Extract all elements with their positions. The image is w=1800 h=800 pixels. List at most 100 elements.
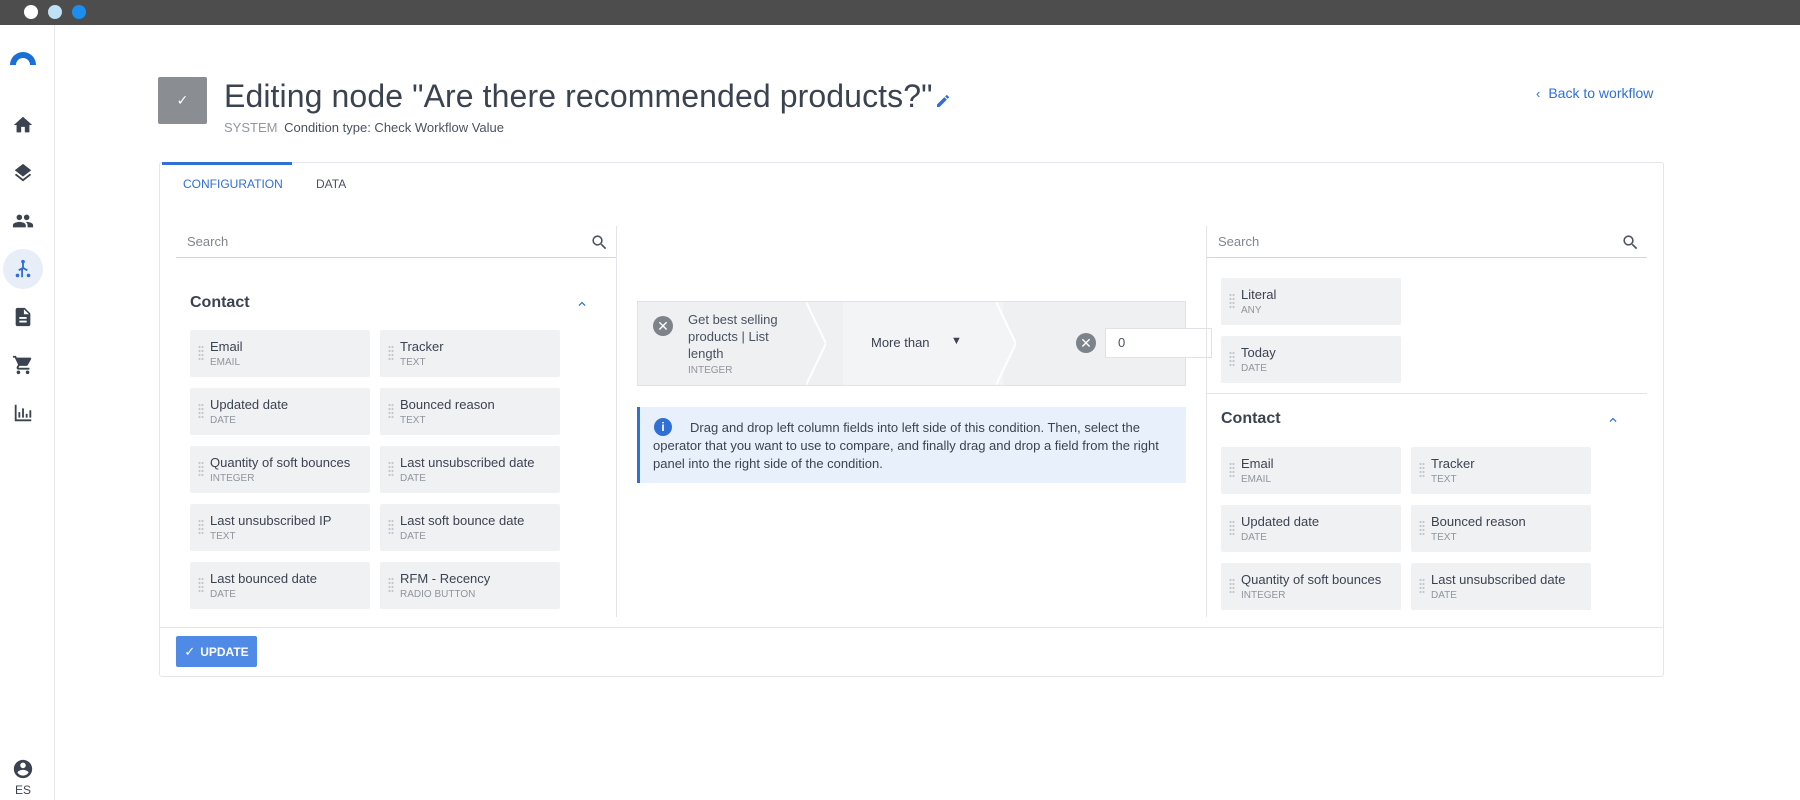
- field-type: RADIO BUTTON: [400, 589, 476, 600]
- contacts-icon[interactable]: [3, 201, 43, 241]
- workflow-icon[interactable]: [3, 249, 43, 289]
- condition-left-field: Get best selling products | List length: [688, 312, 778, 361]
- remove-left-field-icon[interactable]: ✕: [653, 316, 673, 336]
- field-chip[interactable]: Bounced reason TEXT: [380, 388, 560, 435]
- right-search-input[interactable]: [1207, 226, 1647, 257]
- field-chip[interactable]: Email EMAIL: [190, 330, 370, 377]
- field-chip[interactable]: Tracker TEXT: [1411, 447, 1591, 494]
- back-link-label: Back to workflow: [1548, 85, 1654, 101]
- field-chip[interactable]: RFM - Recency RADIO BUTTON: [380, 562, 560, 609]
- update-button[interactable]: ✓ UPDATE: [176, 636, 257, 667]
- drag-handle-icon[interactable]: [388, 403, 394, 419]
- drag-handle-icon[interactable]: [198, 403, 204, 419]
- field-type: DATE: [1431, 590, 1457, 601]
- user-account[interactable]: ES: [10, 758, 36, 797]
- field-chip[interactable]: Today DATE: [1221, 336, 1401, 383]
- drag-handle-icon[interactable]: [198, 519, 204, 535]
- remove-right-value-icon[interactable]: ✕: [1076, 333, 1096, 353]
- separator-arrow: [995, 301, 1018, 386]
- field-chip[interactable]: Last bounced date DATE: [190, 562, 370, 609]
- field-type: INTEGER: [210, 473, 255, 484]
- field-chip[interactable]: Tracker TEXT: [380, 330, 560, 377]
- drag-handle-icon[interactable]: [1419, 462, 1425, 478]
- drag-handle-icon[interactable]: [388, 345, 394, 361]
- minimize-dot[interactable]: [48, 5, 62, 19]
- drag-handle-icon[interactable]: [388, 461, 394, 477]
- drag-handle-icon[interactable]: [388, 519, 394, 535]
- document-icon[interactable]: [3, 297, 43, 337]
- field-chip[interactable]: Last unsubscribed date DATE: [380, 446, 560, 493]
- condition-right-slot[interactable]: ✕ 0: [1033, 302, 1212, 385]
- tab-configuration[interactable]: CONFIGURATION: [183, 177, 283, 191]
- update-button-label: UPDATE: [200, 644, 249, 659]
- back-to-workflow-link[interactable]: ‹ Back to workflow: [1536, 85, 1653, 101]
- field-type: EMAIL: [1241, 474, 1272, 485]
- layers-icon[interactable]: [3, 153, 43, 193]
- left-search-input[interactable]: [176, 226, 616, 257]
- condition-left-type: INTEGER: [688, 365, 733, 376]
- condition-value-input[interactable]: 0: [1105, 328, 1212, 358]
- field-chip[interactable]: Bounced reason TEXT: [1411, 505, 1591, 552]
- field-chip[interactable]: Last unsubscribed IP TEXT: [190, 504, 370, 551]
- field-name: Last unsubscribed IP: [210, 513, 332, 528]
- field-type: DATE: [1241, 363, 1267, 374]
- operator-select[interactable]: More than ▼: [843, 302, 1003, 385]
- edit-title-icon[interactable]: [935, 93, 951, 109]
- separator-arrow: [805, 301, 828, 386]
- field-name: Email: [210, 339, 243, 354]
- drag-handle-icon[interactable]: [198, 461, 204, 477]
- info-text: Drag and drop left column fields into le…: [653, 420, 1159, 471]
- field-chip[interactable]: Updated date DATE: [190, 388, 370, 435]
- field-chip[interactable]: Quantity of soft bounces INTEGER: [1221, 563, 1401, 610]
- drag-handle-icon[interactable]: [1229, 293, 1235, 309]
- field-chip[interactable]: Literal ANY: [1221, 278, 1401, 325]
- chevron-up-icon[interactable]: [1606, 413, 1620, 427]
- field-chip[interactable]: Email EMAIL: [1221, 447, 1401, 494]
- home-icon[interactable]: [3, 105, 43, 145]
- node-type-icon: ✓: [158, 77, 207, 124]
- field-type: TEXT: [1431, 532, 1457, 543]
- sidebar: ES: [0, 25, 55, 800]
- field-chip[interactable]: Quantity of soft bounces INTEGER: [190, 446, 370, 493]
- window-titlebar: [0, 0, 1800, 25]
- drag-handle-icon[interactable]: [198, 577, 204, 593]
- reports-icon[interactable]: [3, 393, 43, 433]
- cart-icon[interactable]: [3, 345, 43, 385]
- operator-value: More than: [871, 335, 930, 350]
- node-subtitle: SYSTEM Condition type: Check Workflow Va…: [224, 120, 504, 135]
- field-type: DATE: [400, 531, 426, 542]
- search-icon[interactable]: [590, 233, 609, 252]
- language-label: ES: [14, 783, 31, 797]
- brand-logo-icon[interactable]: [7, 45, 39, 77]
- field-name: Email: [1241, 456, 1274, 471]
- drag-handle-icon[interactable]: [388, 577, 394, 593]
- field-name: Last unsubscribed date: [1431, 572, 1566, 587]
- field-type: TEXT: [400, 357, 426, 368]
- field-name: Updated date: [1241, 514, 1320, 529]
- chevron-up-icon[interactable]: [575, 297, 589, 311]
- info-banner: i Drag and drop left column fields into …: [637, 407, 1186, 483]
- drag-handle-icon[interactable]: [198, 345, 204, 361]
- drag-handle-icon[interactable]: [1229, 351, 1235, 367]
- drag-handle-icon[interactable]: [1229, 520, 1235, 536]
- field-chip[interactable]: Updated date DATE: [1221, 505, 1401, 552]
- search-icon[interactable]: [1621, 233, 1640, 252]
- field-chip[interactable]: Last soft bounce date DATE: [380, 504, 560, 551]
- drag-handle-icon[interactable]: [1419, 578, 1425, 594]
- tab-data[interactable]: DATA: [316, 177, 346, 191]
- field-type: TEXT: [210, 531, 236, 542]
- drag-handle-icon[interactable]: [1229, 462, 1235, 478]
- field-name: Last soft bounce date: [400, 513, 525, 528]
- field-chip[interactable]: Last unsubscribed date DATE: [1411, 563, 1591, 610]
- condition-left-slot[interactable]: ✕ Get best selling products | List lengt…: [638, 302, 813, 385]
- field-name: Last bounced date: [210, 571, 317, 586]
- drag-handle-icon[interactable]: [1229, 578, 1235, 594]
- condition-type-label: Condition type: Check Workflow Value: [284, 120, 504, 135]
- user-avatar-icon: [13, 759, 33, 779]
- maximize-dot[interactable]: [72, 5, 86, 19]
- field-name: Tracker: [400, 339, 444, 354]
- close-dot[interactable]: [24, 5, 38, 19]
- drag-handle-icon[interactable]: [1419, 520, 1425, 536]
- caret-down-icon: ▼: [951, 335, 962, 347]
- field-name: Today: [1241, 345, 1276, 360]
